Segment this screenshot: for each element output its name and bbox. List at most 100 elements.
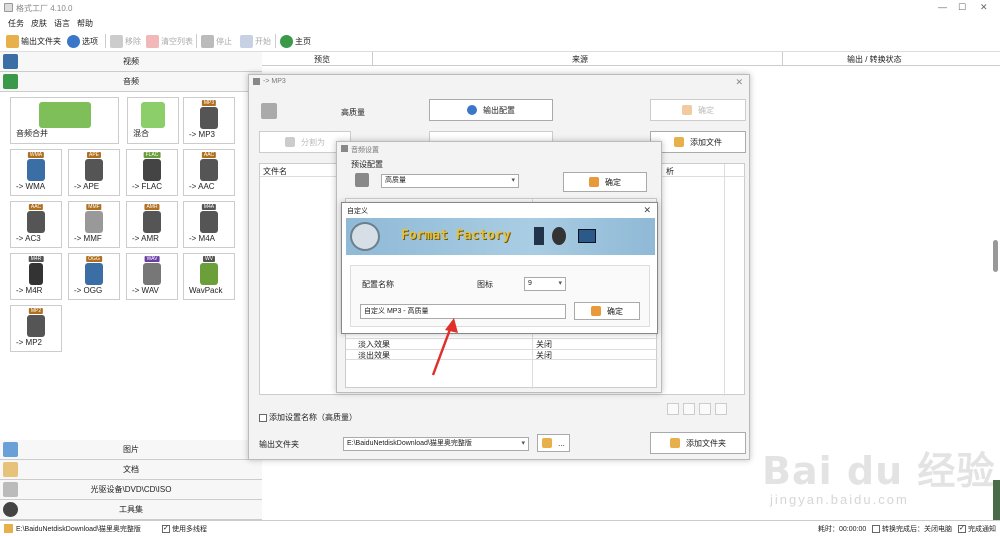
category-tools[interactable]: 工具集 (0, 500, 262, 520)
chevron-down-icon: ▾ (521, 440, 525, 447)
multithread-checkbox[interactable]: 使用多线程 (162, 524, 207, 534)
tile-ogg[interactable]: OGG -> OGG (68, 253, 120, 300)
output-folder-button[interactable]: 输出文件夹 (6, 33, 61, 49)
tile-mmf[interactable]: MMF -> MMF (68, 201, 120, 248)
category-disc[interactable]: 光驱设备\DVD\CD\ISO (0, 480, 262, 500)
phone-icon (29, 263, 43, 285)
remove-button[interactable]: 移除 (110, 33, 141, 49)
mp3-ok-button[interactable]: 确定 (650, 99, 746, 121)
tile-ape[interactable]: APE -> APE (68, 149, 120, 196)
dialog-icon (341, 145, 348, 152)
tile-wav[interactable]: WAV -> WAV (126, 253, 178, 300)
config-icon (467, 105, 477, 115)
preset-label: 预设配置 (351, 160, 383, 169)
status-path[interactable]: E:\BaiduNetdiskDownload\猫里奥完整版 (16, 524, 141, 534)
home-button[interactable]: 主页 (280, 33, 311, 49)
output-folder-select[interactable]: E:\BaiduNetdiskDownload\猫里奥完整版 ▾ (343, 437, 529, 451)
scrollbar-thumb[interactable] (993, 240, 998, 272)
clear-icon (146, 34, 159, 48)
mp3-speaker-icon (261, 103, 277, 119)
col-output-status[interactable]: 输出 / 转换状态 (847, 54, 902, 65)
clear-list-button[interactable]: 清空列表 (146, 33, 193, 49)
add-file-button[interactable]: 添加文件 (650, 131, 746, 153)
tile-wavpack[interactable]: WV WavPack (183, 253, 235, 300)
list-remove-icon[interactable] (699, 403, 711, 415)
category-picture[interactable]: 图片 (0, 440, 262, 460)
preset-select[interactable]: 高质量 ▾ (381, 174, 519, 188)
list-info-icon[interactable] (715, 403, 727, 415)
icon-label: 图标 (477, 280, 493, 289)
dialog-icon (253, 78, 260, 85)
mmf-icon (85, 211, 103, 233)
music-icon (3, 74, 18, 89)
stop-button[interactable]: 停止 (201, 33, 232, 49)
toolbar: 输出文件夹 选项 移除 清空列表 停止 开始 主页 (0, 30, 1000, 52)
tile-wma[interactable]: WMA -> WMA (10, 149, 62, 196)
title-bar: 格式工厂 4.10.0 — ☐ ✕ (0, 0, 1000, 16)
config-name-input[interactable]: 自定义 MP3 - 高质量 (360, 304, 566, 319)
tile-ac3[interactable]: AAC -> AC3 (10, 201, 62, 248)
tile-mix[interactable]: 混合 (127, 97, 179, 144)
category-panel: 视频 音频 音频合并 混合 MP3 -> MP3 WMA -> WMA APE … (0, 52, 262, 520)
tile-mp3[interactable]: MP3 -> MP3 (183, 97, 235, 144)
preset-ok-button[interactable]: 确定 (563, 172, 647, 192)
menu-help[interactable]: 帮助 (77, 18, 93, 29)
tile-m4a[interactable]: M4A -> M4A (183, 201, 235, 248)
tile-amr[interactable]: AMR -> AMR (126, 201, 178, 248)
chevron-down-icon: ▾ (558, 280, 562, 287)
icon-select[interactable]: 9 ▾ (524, 277, 566, 291)
col-preview[interactable]: 预览 (314, 54, 330, 65)
tile-mp2[interactable]: MP2 -> MP2 (10, 305, 62, 352)
ok-arrow-icon (591, 306, 601, 316)
home-icon (280, 34, 293, 48)
minimize-button[interactable]: — (938, 2, 947, 12)
folder-icon (4, 524, 13, 533)
menu-bar: 任务 皮肤 语言 帮助 (0, 16, 1000, 30)
custom-ok-button[interactable]: 确定 (574, 302, 640, 320)
start-button[interactable]: 开始 (240, 33, 271, 49)
tile-m4r[interactable]: M4R -> M4R (10, 253, 62, 300)
folder-icon (6, 34, 19, 48)
format-factory-banner: Format Factory (346, 218, 655, 255)
after-convert-checkbox[interactable]: 转换完成后：关闭电脑 (872, 524, 952, 534)
tile-audio-merge[interactable]: 音频合并 (10, 97, 119, 144)
wav-icon (143, 263, 161, 285)
output-config-button[interactable]: 输出配置 (429, 99, 553, 121)
category-audio[interactable]: 音频 (0, 72, 262, 92)
tile-aac[interactable]: AAC -> AAC (183, 149, 235, 196)
menu-language[interactable]: 语言 (54, 18, 70, 29)
add-folder-button[interactable]: 添加文件夹 (650, 432, 746, 454)
audio-merge-icon (38, 102, 91, 128)
settings-row[interactable]: 淡出效果 关闭 (346, 349, 658, 360)
headphones-icon (143, 159, 161, 181)
aac-icon (200, 159, 218, 181)
settings-row[interactable]: 淡入效果 关闭 (346, 338, 658, 349)
col-source[interactable]: 来源 (572, 54, 588, 65)
custom-dialog: 自定义 ✕ Format Factory 配置名称 图标 9 ▾ 自定义 MP3 … (341, 202, 658, 334)
menu-task[interactable]: 任务 (8, 18, 24, 29)
custom-dialog-close[interactable]: ✕ (643, 205, 651, 216)
folder-icon (542, 438, 553, 448)
stop-icon (201, 34, 214, 48)
film-icon (3, 54, 18, 69)
category-document[interactable]: 文档 (0, 460, 262, 480)
tile-flac[interactable]: FLAC -> FLAC (126, 149, 178, 196)
browse-folder-button[interactable]: ... (537, 434, 570, 452)
preset-speaker-icon (355, 173, 369, 187)
film-icon (534, 227, 544, 245)
close-window-button[interactable]: ✕ (980, 2, 988, 13)
notify-checkbox[interactable]: 完成通知 (958, 524, 996, 534)
add-setting-name-checkbox[interactable]: 添加设置名称（高质量） (259, 412, 357, 423)
ogg-icon (85, 263, 103, 285)
add-file-icon (674, 137, 684, 147)
category-video[interactable]: 视频 (0, 52, 262, 72)
menu-skin[interactable]: 皮肤 (31, 18, 47, 29)
amr-icon (143, 211, 161, 233)
music-note-icon (552, 227, 566, 245)
mp3-dialog-close[interactable]: ✕ (735, 77, 743, 88)
side-widget[interactable] (993, 480, 1000, 520)
maximize-button[interactable]: ☐ (958, 2, 966, 13)
options-button[interactable]: 选项 (67, 33, 98, 49)
list-up-icon[interactable] (667, 403, 679, 415)
list-down-icon[interactable] (683, 403, 695, 415)
